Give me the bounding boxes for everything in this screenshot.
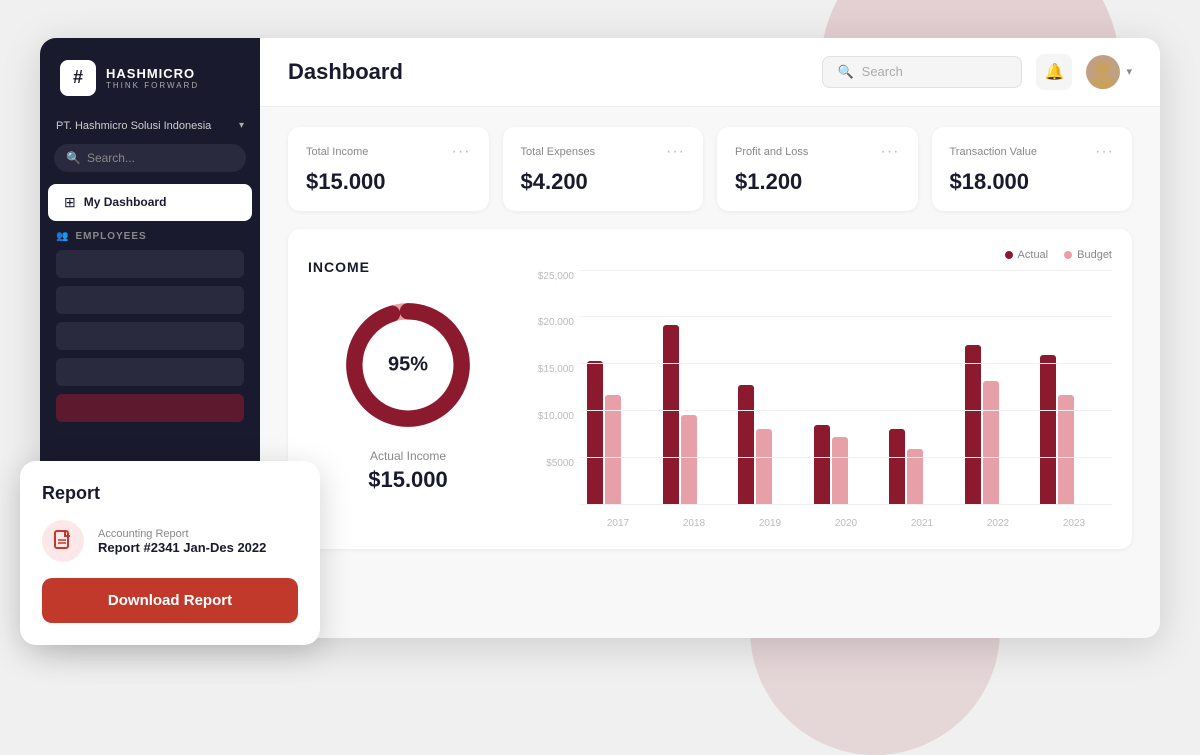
report-popup-title: Report: [42, 483, 298, 504]
main-content: Dashboard 🔍 🔔 ▾: [260, 38, 1160, 638]
chart-section: INCOME 95% Actual Income $15.0: [288, 229, 1132, 549]
stat-options-button[interactable]: ···: [881, 143, 900, 161]
report-name: Report #2341 Jan-Des 2022: [98, 540, 266, 555]
donut-label: Actual Income: [370, 449, 446, 463]
sidebar-logo: # HASHMICRO THINK FORWARD: [40, 38, 260, 112]
sidebar-item-label: My Dashboard: [84, 195, 167, 209]
stat-value: $18.000: [950, 169, 1115, 195]
legend-budget-label: Budget: [1077, 249, 1112, 261]
header-search-input[interactable]: [862, 64, 1008, 79]
download-report-button[interactable]: Download Report: [42, 578, 298, 623]
y-axis-label: $20,000: [528, 317, 580, 328]
stat-value: $15.000: [306, 169, 471, 195]
legend-actual-label: Actual: [1018, 249, 1049, 261]
report-popup: Report Accounting Report Report #2341 Ja…: [20, 461, 320, 645]
stat-card-transaction: Transaction Value ··· $18.000: [932, 127, 1133, 211]
grid-line: [580, 504, 1112, 505]
y-axis-label: $15,000: [528, 364, 580, 375]
stat-options-button[interactable]: ···: [452, 143, 471, 161]
donut-percent: 95%: [388, 353, 428, 376]
chart-legend: Actual Budget: [528, 249, 1112, 261]
user-avatar-button[interactable]: ▾: [1086, 55, 1132, 89]
chart-right: Actual Budget $25,000 $20,000 $15,000 $10,0…: [528, 249, 1112, 529]
avatar: [1086, 55, 1120, 89]
header: Dashboard 🔍 🔔 ▾: [260, 38, 1160, 107]
stat-label: Total Income: [306, 146, 368, 158]
stat-card-expenses: Total Expenses ··· $4.200: [503, 127, 704, 211]
report-type: Accounting Report: [98, 528, 266, 540]
grid-line: [580, 363, 1112, 364]
sidebar-skeleton-4: [56, 358, 244, 386]
section-label: EMPLOYEES: [75, 231, 146, 242]
sidebar-company[interactable]: PT. Hashmicro Solusi Indonesia ▾: [40, 112, 260, 140]
x-axis-label: 2017: [607, 518, 629, 529]
legend-budget: Budget: [1064, 249, 1112, 261]
x-axis-label: 2023: [1063, 518, 1085, 529]
donut-center: 95%: [388, 353, 428, 376]
grid-line: [580, 410, 1112, 411]
stat-card-income: Total Income ··· $15.000: [288, 127, 489, 211]
x-axis-label: 2022: [987, 518, 1009, 529]
dashboard-icon: ⊞: [64, 194, 76, 211]
y-axis-label: $10,000: [528, 411, 580, 422]
chart-left: INCOME 95% Actual Income $15.0: [308, 249, 508, 529]
donut-value: $15.000: [368, 467, 448, 493]
logo-icon: #: [60, 60, 96, 96]
employees-icon: 👥: [56, 231, 69, 242]
grid-line: [580, 457, 1112, 458]
grid-line: [580, 316, 1112, 317]
bell-icon: 🔔: [1045, 62, 1065, 82]
x-axis-label: 2018: [683, 518, 705, 529]
report-file-icon: [42, 520, 84, 562]
grid-lines: [580, 271, 1112, 505]
sidebar-skeleton-5: [56, 394, 244, 422]
y-axis-label: $5000: [528, 458, 580, 469]
header-search[interactable]: 🔍: [822, 56, 1022, 88]
company-name: PT. Hashmicro Solusi Indonesia: [56, 120, 211, 132]
chevron-down-icon: ▾: [1126, 65, 1132, 78]
chart-title: INCOME: [308, 259, 370, 275]
y-axis-label: $25,000: [528, 271, 580, 282]
dashboard-body: Total Income ··· $15.000 Total Expenses …: [260, 107, 1160, 638]
logo-text: HASHMICRO THINK FORWARD: [106, 66, 199, 90]
sidebar-search-input[interactable]: [87, 151, 234, 165]
grid-line: [580, 270, 1112, 271]
page-title: Dashboard: [288, 59, 403, 85]
donut-chart: 95%: [338, 295, 478, 435]
stat-options-button[interactable]: ···: [666, 143, 685, 161]
x-axis-label: 2020: [835, 518, 857, 529]
stat-value: $1.200: [735, 169, 900, 195]
x-labels: 2017 2018 2019 2020 2021 2022 2023: [580, 518, 1112, 529]
sidebar-skeleton-3: [56, 322, 244, 350]
header-right: 🔍 🔔 ▾: [822, 54, 1132, 90]
stat-card-profit: Profit and Loss ··· $1.200: [717, 127, 918, 211]
stat-label: Transaction Value: [950, 146, 1037, 158]
legend-dot-actual: [1005, 251, 1013, 259]
legend-actual: Actual: [1005, 249, 1049, 261]
stat-value: $4.200: [521, 169, 686, 195]
x-axis-label: 2021: [911, 518, 933, 529]
y-axis: $25,000 $20,000 $15,000 $10,000 $5000: [528, 271, 580, 505]
search-icon: 🔍: [837, 64, 853, 80]
report-info: Accounting Report Report #2341 Jan-Des 2…: [98, 528, 266, 555]
logo-brand: HASHMICRO: [106, 66, 199, 81]
sidebar-section-employees: 👥 EMPLOYEES: [40, 223, 260, 246]
legend-dot-budget: [1064, 251, 1072, 259]
sidebar-skeleton-1: [56, 250, 244, 278]
bar-chart: $25,000$20,000$15,000$10,000$5000 201720…: [528, 271, 1112, 529]
stat-label: Profit and Loss: [735, 146, 808, 158]
stat-options-button[interactable]: ···: [1095, 143, 1114, 161]
logo-tagline: THINK FORWARD: [106, 81, 199, 90]
report-item: Accounting Report Report #2341 Jan-Des 2…: [42, 520, 298, 562]
x-axis-label: 2019: [759, 518, 781, 529]
stat-cards: Total Income ··· $15.000 Total Expenses …: [288, 127, 1132, 211]
sidebar-item-dashboard[interactable]: ⊞ My Dashboard: [48, 184, 252, 221]
search-icon: 🔍: [66, 151, 81, 165]
sidebar-skeleton-2: [56, 286, 244, 314]
sidebar-search[interactable]: 🔍: [54, 144, 246, 172]
notification-bell-button[interactable]: 🔔: [1036, 54, 1072, 90]
stat-label: Total Expenses: [521, 146, 596, 158]
chevron-down-icon: ▾: [239, 120, 244, 131]
